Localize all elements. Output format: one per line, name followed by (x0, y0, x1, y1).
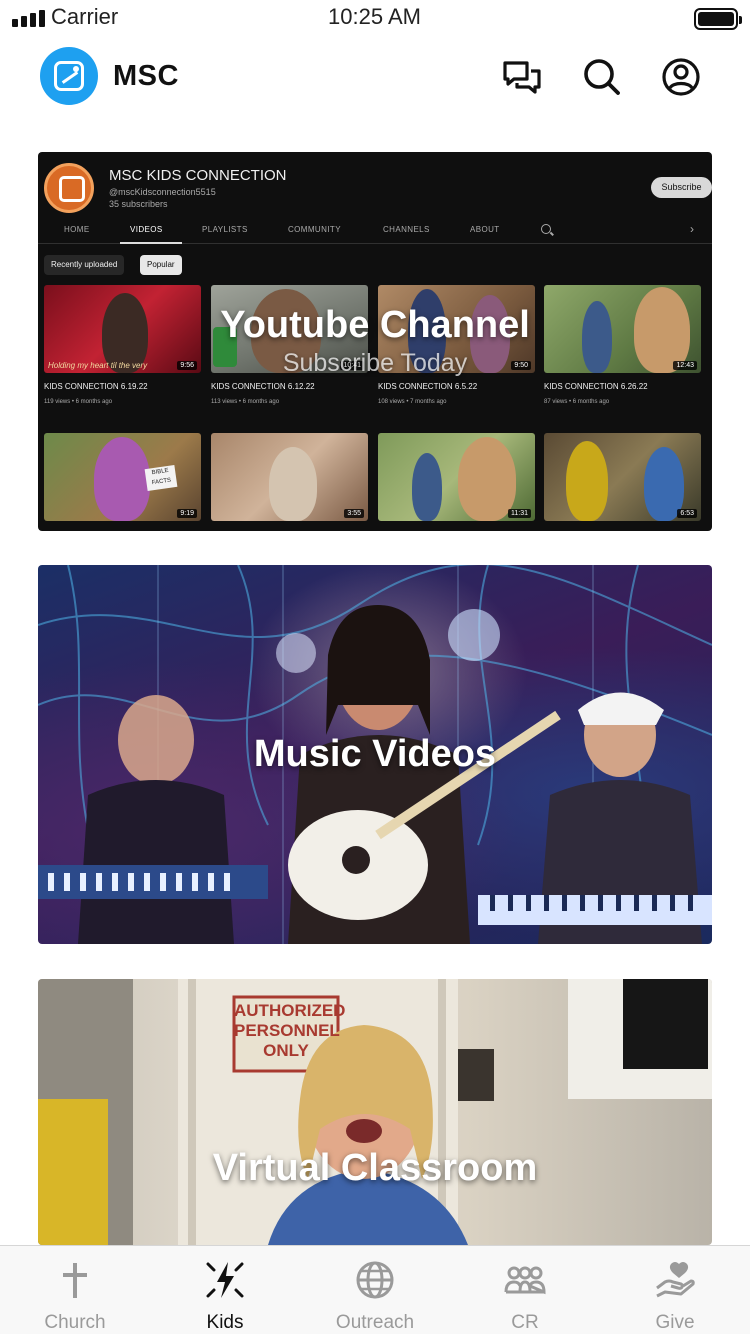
video-title: KIDS CONNECTION 6.19.22 (44, 382, 148, 391)
virtual-classroom-card[interactable]: AUTHORIZED PERSONNEL ONLY Virtual Classr… (38, 979, 712, 1245)
video-duration: 11:31 (508, 509, 531, 518)
music-videos-card[interactable]: Music Videos (38, 565, 712, 944)
channel-tabs: HOME VIDEOS PLAYLISTS COMMUNITY CHANNELS… (38, 220, 712, 244)
virtual-classroom-title: Virtual Classroom (212, 1147, 538, 1189)
kids-star-icon (206, 1262, 244, 1298)
search-icon[interactable] (582, 57, 622, 97)
sign-text: AUTHORIZED PERSONNEL ONLY (234, 1001, 346, 1060)
video-thumbnail: 11:31 (378, 433, 535, 521)
chip-recently-uploaded: Recently uploaded (44, 255, 125, 275)
youtube-card-title: Youtube Channel (220, 304, 530, 346)
tab-home: HOME (64, 225, 90, 234)
thumbnail-caption: BIBLE FACTS (144, 465, 178, 491)
channel-avatar (44, 163, 94, 213)
subscribe-button: Subscribe (651, 177, 712, 198)
video-title: KIDS CONNECTION 6.5.22 (378, 382, 478, 391)
youtube-card-subtitle: Subscribe Today (282, 349, 468, 377)
tab-label: Give (655, 1312, 695, 1333)
tab-videos: VIDEOS (130, 225, 163, 234)
tab-cr[interactable]: CR (450, 1246, 600, 1334)
logo-icon[interactable] (40, 47, 98, 105)
tab-church[interactable]: Church (0, 1246, 150, 1334)
status-carrier: Carrier (12, 4, 118, 30)
group-icon (504, 1266, 546, 1295)
carrier-label: Carrier (51, 4, 119, 29)
video-meta: 119 views • 6 months ago (44, 399, 113, 405)
channel-handle: @mscKidsconnection5515 (109, 187, 216, 197)
battery-icon (694, 8, 742, 30)
tab-playlists: PLAYLISTS (202, 225, 248, 234)
tab-channels: CHANNELS (383, 225, 430, 234)
chevron-right-icon: › (690, 222, 694, 236)
music-videos-title: Music Videos (253, 733, 497, 775)
tab-give[interactable]: Give (600, 1246, 750, 1334)
channel-name: MSC KIDS CONNECTION (109, 167, 287, 184)
video-meta: 108 views • 7 months ago (378, 399, 447, 405)
chat-icon[interactable] (502, 57, 542, 97)
status-bar: Carrier 10:25 AM (0, 0, 750, 36)
tab-label: Outreach (335, 1312, 415, 1333)
cross-icon (63, 1263, 87, 1298)
tab-underline (120, 242, 182, 244)
video-duration: 3:55 (344, 509, 364, 518)
video-meta: 87 views • 6 months ago (544, 399, 610, 405)
tab-kids[interactable]: Kids (150, 1246, 300, 1334)
video-duration: 6:53 (677, 509, 697, 518)
video-duration: 9:19 (177, 509, 197, 518)
tab-label: Kids (206, 1312, 244, 1333)
channel-subscribers: 35 subscribers (109, 199, 168, 209)
brand-title: MSC (113, 60, 179, 92)
video-meta: 113 views • 6 months ago (211, 399, 280, 405)
classroom-card-illustration (38, 979, 712, 1245)
app-header: MSC (0, 40, 750, 114)
signal-icon (12, 7, 45, 27)
bottom-tab-bar: Church Kids Outreach CR Give (0, 1245, 750, 1334)
video-thumbnail: 6:53 (544, 433, 701, 521)
tab-community: COMMUNITY (288, 225, 341, 234)
tab-outreach[interactable]: Outreach (300, 1246, 450, 1334)
tab-label: Church (44, 1312, 106, 1333)
hand-heart-icon (656, 1262, 695, 1298)
video-title: KIDS CONNECTION 6.26.22 (544, 382, 648, 391)
chip-popular: Popular (140, 255, 182, 275)
status-time: 10:25 AM (328, 4, 421, 29)
tab-about: ABOUT (470, 225, 500, 234)
account-icon[interactable] (661, 57, 701, 97)
globe-icon (356, 1261, 394, 1299)
youtube-channel-card[interactable]: MSC KIDS CONNECTION @mscKidsconnection55… (38, 152, 712, 531)
tab-label: CR (511, 1312, 539, 1333)
video-thumbnail: 3:55 (211, 433, 368, 521)
video-title: KIDS CONNECTION 6.12.22 (211, 382, 315, 391)
channel-search-icon (541, 224, 551, 234)
video-thumbnail: BIBLE FACTS 9:19 (44, 433, 201, 521)
